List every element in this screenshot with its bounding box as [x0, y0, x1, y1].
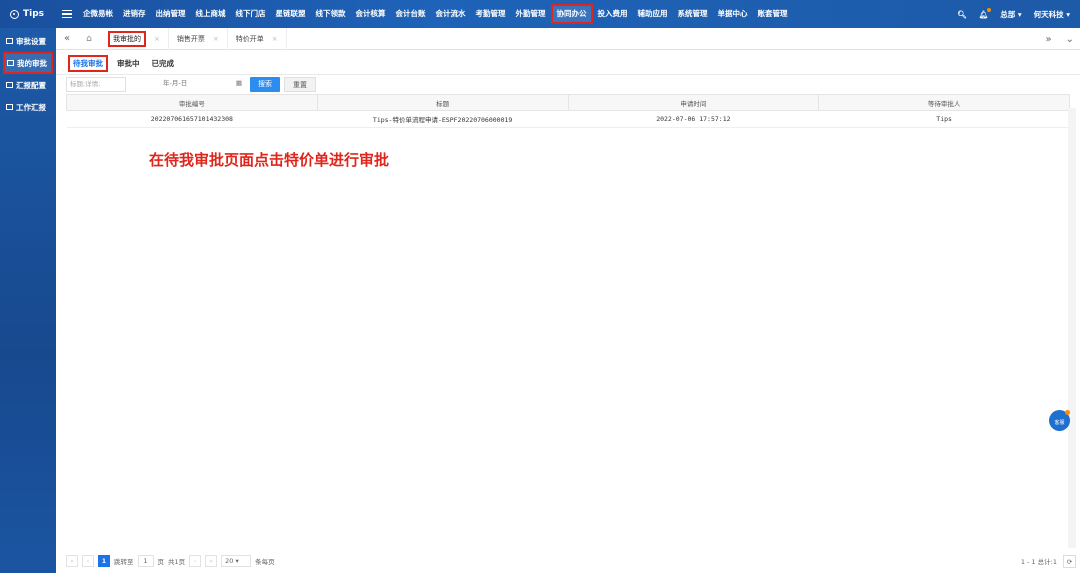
report-config-icon: [6, 82, 13, 88]
nav-item[interactable]: 出纳管理: [151, 0, 191, 28]
page-unit-label: 页: [157, 558, 165, 566]
cell-title[interactable]: Tips-特价单流程申请-ESPF20220706000019: [317, 110, 568, 128]
nav-item[interactable]: 会计核算: [351, 0, 391, 28]
company-menu[interactable]: 何天科技 ▾: [1034, 9, 1070, 20]
customer-service-button[interactable]: 客服: [1049, 410, 1070, 431]
goto-label: 跳转至: [114, 558, 134, 566]
top-bar: Tips 企微易帐 进销存 出纳管理 线上商城 线下门店 星链联盟 线下领款 会…: [0, 0, 1080, 28]
subtab-pending[interactable]: 待我审批: [68, 54, 108, 72]
pager-summary-area: 1 - 1 总计:1 ⟳: [1021, 553, 1076, 569]
first-page-icon[interactable]: «: [66, 555, 78, 567]
next-page-icon[interactable]: ›: [189, 555, 202, 567]
pager-summary: 1 - 1 总计:1: [1020, 558, 1057, 566]
instruction-annotation: 在待我审批页面点击特价单进行审批: [149, 151, 390, 169]
nav-item-active[interactable]: 协同办公: [550, 4, 593, 24]
tabs-scroll-right-icon[interactable]: »: [1045, 34, 1051, 45]
report-icon: [6, 104, 13, 110]
column-header[interactable]: 标题: [316, 94, 569, 111]
pagination: « ‹ 1 跳转至 1 页 共1页 › » 20 ▾ 条每页 1 - 1 总计:…: [66, 553, 1076, 569]
sidebar-item-work-report[interactable]: 工作汇报: [0, 96, 56, 118]
search-input[interactable]: 标题;详情;: [66, 77, 126, 92]
nav-item[interactable]: 会计流水: [431, 0, 471, 28]
logo[interactable]: Tips: [0, 9, 62, 19]
date-input[interactable]: 年-月-日 ▦: [160, 77, 246, 92]
search-bar: 标题;详情; 年-月-日 ▦ 搜索 重置: [56, 74, 1080, 94]
goto-page-input[interactable]: 1: [137, 555, 154, 567]
subtab-in-progress[interactable]: 审批中: [114, 57, 143, 70]
top-right-tools: 🔍︎ 🔔︎ 总部 ▾ 何天科技 ▾: [957, 0, 1070, 28]
vertical-scrollbar[interactable]: [1068, 108, 1076, 548]
sidebar: 审批设置 我的审批 汇报配置 工作汇报: [0, 28, 56, 573]
nav-item[interactable]: 进销存: [118, 0, 151, 28]
home-icon[interactable]: ⌂: [78, 34, 100, 44]
close-icon[interactable]: ×: [272, 35, 278, 43]
bell-icon[interactable]: 🔔︎: [979, 7, 992, 19]
subtab-completed[interactable]: 已完成: [149, 57, 178, 70]
tab-my-approved[interactable]: 我审批的 ×: [100, 27, 169, 50]
page-current[interactable]: 1: [98, 555, 110, 567]
nav-item[interactable]: 外勤管理: [511, 0, 551, 28]
approval-table: 审批编号 标题 申请时间 等待审批人 20220706165710143230​…: [66, 94, 1070, 128]
table-header-row: 审批编号 标题 申请时间 等待审批人: [66, 94, 1070, 111]
close-icon[interactable]: ×: [213, 35, 219, 43]
tab-special-order[interactable]: 特价开单 ×: [228, 27, 287, 50]
search-icon[interactable]: 🔍︎: [957, 10, 967, 19]
column-header[interactable]: 申请时间: [567, 94, 820, 111]
approval-icon: [7, 60, 14, 66]
tabs-scroll-left-icon[interactable]: «: [56, 33, 78, 44]
column-header[interactable]: 等待审批人: [818, 94, 1070, 111]
search-button[interactable]: 搜索: [250, 77, 280, 92]
approval-subtabs: 待我审批 审批中 已完成: [56, 54, 1080, 72]
close-icon[interactable]: ×: [154, 35, 160, 43]
sidebar-item-my-approvals[interactable]: 我的审批: [3, 52, 53, 74]
tab-bar-tools: » ⌄: [1045, 28, 1074, 50]
cell-approval-id: 20220706165710143230​8: [66, 110, 318, 128]
logo-text: Tips: [23, 9, 45, 19]
calendar-icon: ▦: [235, 79, 242, 87]
cell-waiting-approver: Tips: [818, 110, 1070, 128]
logo-icon: [10, 9, 19, 19]
nav-item[interactable]: 企微易帐: [78, 0, 118, 28]
monitor-icon: [6, 38, 13, 44]
nav-item[interactable]: 线下领款: [311, 0, 351, 28]
total-pages: 共1页: [168, 558, 186, 566]
hamburger-menu-icon[interactable]: [62, 10, 72, 18]
nav-item[interactable]: 星链联盟: [271, 0, 311, 28]
per-page-label: 条每页: [255, 558, 275, 566]
page-size-select[interactable]: 20 ▾: [221, 555, 252, 567]
nav-item[interactable]: 账套管理: [753, 0, 793, 28]
sidebar-item-approval-settings[interactable]: 审批设置: [0, 30, 56, 52]
nav-item[interactable]: 线下门店: [231, 0, 271, 28]
tab-sales-invoice[interactable]: 销售开票 ×: [169, 27, 228, 50]
reset-button[interactable]: 重置: [284, 77, 316, 92]
table-row[interactable]: 20220706165710143230​8 Tips-特价单流程申请-ESPF…: [66, 110, 1070, 128]
nav-item[interactable]: 辅助应用: [633, 0, 673, 28]
nav-item[interactable]: 会计台账: [391, 0, 431, 28]
sidebar-item-report-config[interactable]: 汇报配置: [0, 74, 56, 96]
notification-dot: [1065, 410, 1070, 415]
cell-apply-time: 2022-07-06 17:57:12: [568, 110, 819, 128]
nav-item[interactable]: 线上商城: [191, 0, 231, 28]
nav-item[interactable]: 系统管理: [673, 0, 713, 28]
last-page-icon[interactable]: »: [205, 555, 218, 567]
nav-item[interactable]: 考勤管理: [471, 0, 511, 28]
user-menu[interactable]: 总部 ▾: [1000, 9, 1021, 20]
prev-page-icon[interactable]: ‹: [82, 555, 94, 567]
refresh-icon[interactable]: ⟳: [1063, 554, 1076, 568]
chevron-down-icon[interactable]: ⌄: [1066, 34, 1074, 45]
column-header[interactable]: 审批编号: [66, 94, 318, 111]
tab-bar: « ⌂ 我审批的 × 销售开票 × 特价开单 × » ⌄: [56, 27, 1080, 50]
nav-item[interactable]: 单据中心: [713, 0, 753, 28]
main-nav: 企微易帐 进销存 出纳管理 线上商城 线下门店 星链联盟 线下领款 会计核算 会…: [78, 0, 793, 28]
nav-item[interactable]: 投入费用: [593, 0, 633, 28]
main-content: « ⌂ 我审批的 × 销售开票 × 特价开单 × » ⌄ 待我审批 审批中 已完…: [56, 27, 1080, 573]
